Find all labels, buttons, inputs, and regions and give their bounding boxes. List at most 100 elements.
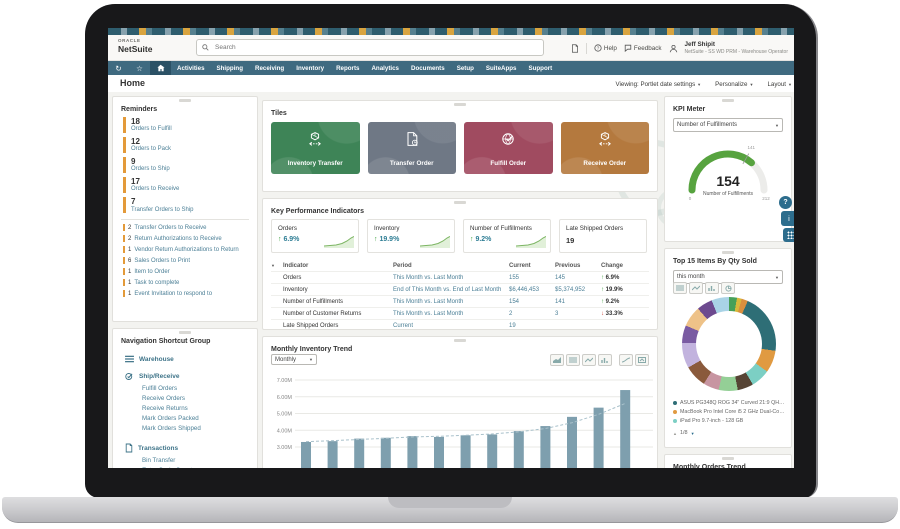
chart-trendline-icon[interactable] xyxy=(619,354,633,366)
viewing-dropdown[interactable]: Viewing: Portlet date settings ▼ xyxy=(615,81,701,88)
chart-type-pie-icon[interactable] xyxy=(721,282,735,294)
shortcut-link[interactable]: Mark Orders Packed xyxy=(142,414,257,424)
reminder-item[interactable]: 7 Transfer Orders to Ship xyxy=(123,197,257,214)
shortcut-group-header[interactable]: Transactions xyxy=(125,443,257,453)
shortcut-link[interactable]: Bin Transfer xyxy=(142,456,257,466)
cell-previous[interactable]: 3 xyxy=(555,311,601,317)
laptop-base xyxy=(2,497,898,523)
reminder-label: Event Invitation to respond to xyxy=(134,290,213,297)
apps-float-button[interactable] xyxy=(783,228,794,242)
pager-label: 1/8 xyxy=(679,430,688,436)
kpi-card-number-of-fulfillments[interactable]: Number of Fulfillments ↑ 9.2% xyxy=(463,219,551,253)
reminder-item[interactable]: 1 Item to Order xyxy=(123,268,257,276)
chart-type-area-icon[interactable] xyxy=(550,354,564,366)
nav-item-shipping[interactable]: Shipping xyxy=(211,61,249,75)
reminder-count: 12 xyxy=(131,137,140,147)
tile-transfer-order[interactable]: Transfer Order xyxy=(367,122,456,174)
chart-type-column-icon[interactable] xyxy=(598,354,612,366)
reminder-item[interactable]: 17 Orders to Receive xyxy=(123,177,257,194)
personalize-dropdown[interactable]: Personalize ▼ xyxy=(715,81,753,88)
chart-export-icon[interactable] xyxy=(635,354,649,366)
cell-previous[interactable]: 145 xyxy=(555,275,601,281)
info-float-button[interactable]: i xyxy=(781,211,794,226)
user-avatar-icon[interactable] xyxy=(669,44,678,53)
kpi-card-late-shipped-orders[interactable]: Late Shipped Orders 19 xyxy=(559,219,647,253)
reminder-item[interactable]: 18 Orders to Fulfill xyxy=(123,117,257,134)
top-items-portlet: Top 15 Items By Qty Sold this month ▼ ASU… xyxy=(664,248,792,448)
nav-item-setup[interactable]: Setup xyxy=(451,61,480,75)
cell-current[interactable]: 154 xyxy=(509,299,555,305)
search-input[interactable] xyxy=(213,43,538,52)
recents-icon[interactable]: ↻ xyxy=(108,61,129,75)
legend-dot-icon xyxy=(673,419,677,423)
tile-fulfill-order[interactable]: Fulfill Order xyxy=(464,122,553,174)
nav-item-support[interactable]: Support xyxy=(523,61,559,75)
nav-item-inventory[interactable]: Inventory xyxy=(290,61,330,75)
cell-period[interactable]: Current xyxy=(393,323,509,329)
reminder-item[interactable]: 6 Sales Orders to Print xyxy=(123,257,257,265)
orders-trend-title: Monthly Orders Trend xyxy=(673,464,746,468)
help-float-button[interactable]: ? xyxy=(779,196,792,209)
nav-item-analytics[interactable]: Analytics xyxy=(365,61,405,75)
reminder-item[interactable]: 1 Event Invitation to respond to xyxy=(123,290,257,298)
global-search[interactable] xyxy=(196,39,544,56)
reminder-item[interactable]: 12 Orders to Pack xyxy=(123,137,257,154)
chart-type-column-icon[interactable] xyxy=(705,282,719,294)
shortcut-link[interactable]: Enter Cycle Count xyxy=(142,466,257,468)
tile-inventory-transfer[interactable]: Inventory Transfer xyxy=(271,122,360,174)
chart-type-stacked-icon[interactable] xyxy=(673,282,687,294)
receive-order-icon xyxy=(597,131,613,147)
chart-type-line-icon[interactable] xyxy=(689,282,703,294)
kpi-card-inventory[interactable]: Inventory ↑ 19.9% xyxy=(367,219,455,253)
reminder-item[interactable]: 2 Return Authorizations to Receive xyxy=(123,235,257,243)
feedback-button[interactable]: Feedback xyxy=(624,44,662,52)
shortcut-link[interactable]: Receive Returns xyxy=(142,404,257,414)
nav-item-receiving[interactable]: Receiving xyxy=(249,61,290,75)
shortcuts-star-icon[interactable]: ☆ xyxy=(129,61,150,75)
pager-up-icon[interactable]: ▲ xyxy=(673,431,677,436)
table-caret-icon[interactable]: ▼ xyxy=(271,263,283,268)
shortcut-link[interactable]: Mark Orders Shipped xyxy=(142,424,257,434)
cell-previous[interactable]: 141 xyxy=(555,299,601,305)
reminder-item[interactable]: 9 Orders to Ship xyxy=(123,157,257,174)
cell-period[interactable]: This Month vs. Last Month xyxy=(393,311,509,317)
user-menu[interactable]: Jeff Shipit NetSuite - SS WD PRM - Wareh… xyxy=(685,41,788,55)
shortcut-link[interactable]: Receive Orders xyxy=(142,394,257,404)
reminder-item[interactable]: 2 Transfer Orders to Receive xyxy=(123,224,257,232)
gauge-max: 212 xyxy=(762,196,770,201)
layout-dropdown[interactable]: Layout ▼ xyxy=(767,81,792,88)
reminder-item[interactable]: 1 Vendor Return Authorizations to Return xyxy=(123,246,257,254)
cell-period[interactable]: End of This Month vs. End of Last Month xyxy=(393,287,509,293)
shortcut-link[interactable]: Fulfill Orders xyxy=(142,384,257,394)
kpi-meter-title: KPI Meter xyxy=(673,106,706,113)
help-button[interactable]: ? Help xyxy=(594,44,617,52)
chart-type-line-icon[interactable] xyxy=(582,354,596,366)
cell-period[interactable]: This Month vs. Last Month xyxy=(393,299,509,305)
home-icon[interactable] xyxy=(150,61,171,75)
chart-type-stacked-icon[interactable] xyxy=(566,354,580,366)
nav-item-activities[interactable]: Activities xyxy=(171,61,211,75)
cell-current[interactable]: 155 xyxy=(509,275,555,281)
transfer-order-icon xyxy=(405,131,419,147)
nav-item-documents[interactable]: Documents xyxy=(405,61,451,75)
chart-bar xyxy=(460,435,471,468)
pager-down-icon[interactable]: ▼ xyxy=(691,431,695,436)
cell-current[interactable]: $6,446,453 xyxy=(509,287,555,293)
shortcut-warehouse[interactable]: Warehouse xyxy=(125,355,257,363)
cell-period[interactable]: This Month vs. Last Month xyxy=(393,275,509,281)
reminder-item[interactable]: 1 Task to complete xyxy=(123,279,257,287)
kpi-meter-select[interactable]: Number of Fulfillments ▼ xyxy=(673,118,783,132)
document-icon[interactable] xyxy=(571,43,579,53)
cell-current[interactable]: 2 xyxy=(509,311,555,317)
nav-item-suiteapps[interactable]: SuiteApps xyxy=(480,61,523,75)
trend-range-select[interactable]: Monthly ▼ xyxy=(271,354,317,365)
tile-receive-order[interactable]: Receive Order xyxy=(560,122,649,174)
cell-previous[interactable]: $5,374,952 xyxy=(555,287,601,293)
sparkline-chart xyxy=(324,235,354,248)
cell-current[interactable]: 19 xyxy=(509,323,555,329)
kpi-card-orders[interactable]: Orders ↑ 6.9% xyxy=(271,219,359,253)
nav-item-reports[interactable]: Reports xyxy=(330,61,365,75)
chart-toolbar xyxy=(550,354,649,366)
inventory-trend-portlet: Monthly Inventory Trend Monthly ▼ 7.00M 6.… xyxy=(262,336,658,468)
shortcut-group-header[interactable]: Ship/Receive xyxy=(125,372,257,381)
